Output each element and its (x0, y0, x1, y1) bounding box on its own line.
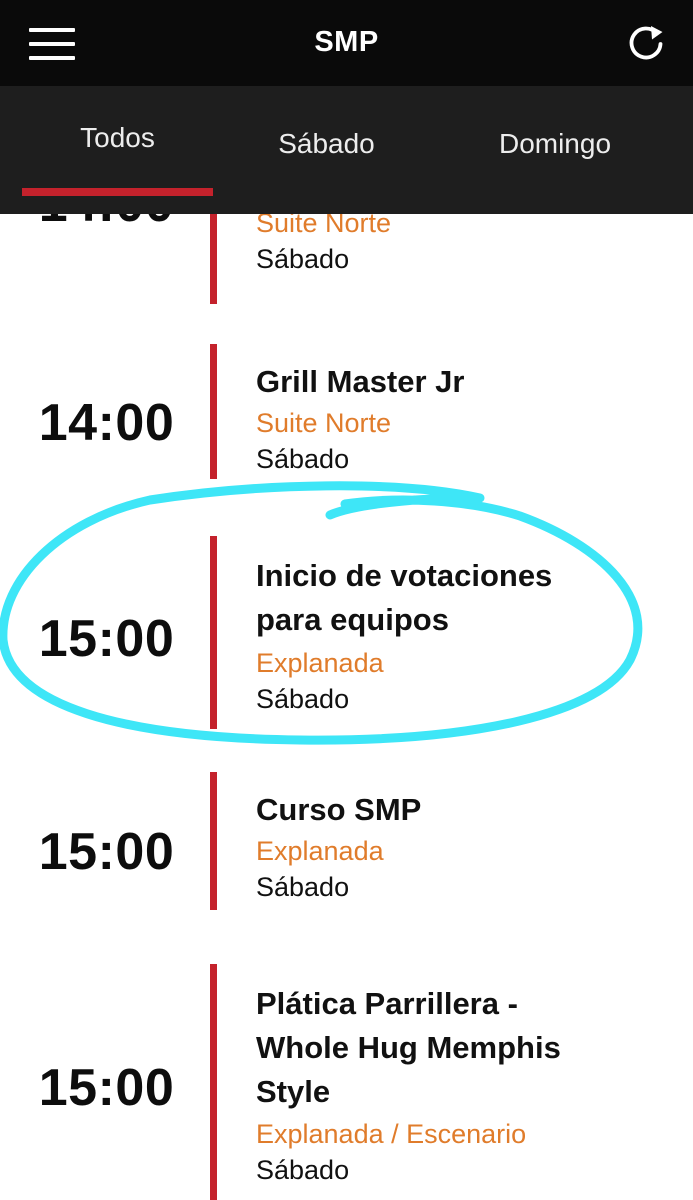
event-title: Grill Master Jr (256, 364, 465, 399)
timeline-bar (210, 772, 217, 910)
app-title: SMP (314, 26, 379, 58)
tab-sabado[interactable]: Sábado (235, 86, 418, 214)
day-tab-bar: Todos Sábado Domingo (0, 86, 693, 214)
active-tab-indicator (22, 188, 213, 196)
event-title-line: Style (256, 1074, 331, 1109)
tab-sabado-label: Sábado (278, 128, 375, 159)
app-header: SMP (0, 0, 693, 86)
event-time: 14:00 (0, 214, 213, 234)
event-time: 14:00 (38, 394, 175, 452)
event-day: Sábado (256, 872, 350, 902)
timeline-bar (210, 214, 217, 304)
event-location: Suite Norte (256, 408, 392, 438)
event-item[interactable]: 15:00 Inicio de votaciones para equipos … (0, 536, 693, 729)
event-title-line: para equipos (256, 602, 449, 637)
tab-todos-label: Todos (80, 122, 155, 153)
event-location: Explanada (256, 648, 384, 678)
event-title: Curso SMP (256, 792, 422, 827)
event-time: 15:00 (38, 610, 175, 668)
event-day: Sábado (256, 244, 350, 274)
event-day: Sábado (256, 684, 350, 714)
event-title-line: Whole Hug Memphis (256, 1030, 561, 1065)
event-day: Sábado (256, 444, 350, 474)
event-title: Inicio de votaciones para equipos (256, 554, 676, 642)
event-day: Sábado (256, 1155, 350, 1185)
timeline-bar (210, 344, 217, 479)
event-title: Plática Parrillera - Whole Hug Memphis S… (256, 982, 676, 1114)
event-item[interactable]: 14:00 Grill Master Jr Suite Norte Sábado (0, 344, 693, 479)
event-location: Explanada (256, 836, 384, 866)
event-location: Explanada / Escenario (256, 1119, 527, 1149)
refresh-icon[interactable] (624, 22, 668, 66)
timeline-bar (210, 964, 217, 1200)
event-title-line: Plática Parrillera - (256, 986, 518, 1021)
event-item[interactable]: 15:00 Curso SMP Explanada Sábado (0, 772, 693, 910)
event-title-line: Inicio de votaciones (256, 558, 553, 593)
event-location: Suite Norte (256, 214, 392, 238)
event-list[interactable]: 14:00 Suite Norte Sábado 14:00 Grill Mas… (0, 214, 693, 1200)
tab-domingo[interactable]: Domingo (440, 86, 670, 214)
event-item[interactable]: 14:00 Suite Norte Sábado (0, 214, 693, 304)
event-time: 15:00 (38, 1059, 175, 1117)
event-time: 15:00 (38, 823, 175, 881)
timeline-bar (210, 536, 217, 729)
event-item[interactable]: 15:00 Plática Parrillera - Whole Hug Mem… (0, 964, 693, 1200)
tab-domingo-label: Domingo (498, 128, 612, 159)
